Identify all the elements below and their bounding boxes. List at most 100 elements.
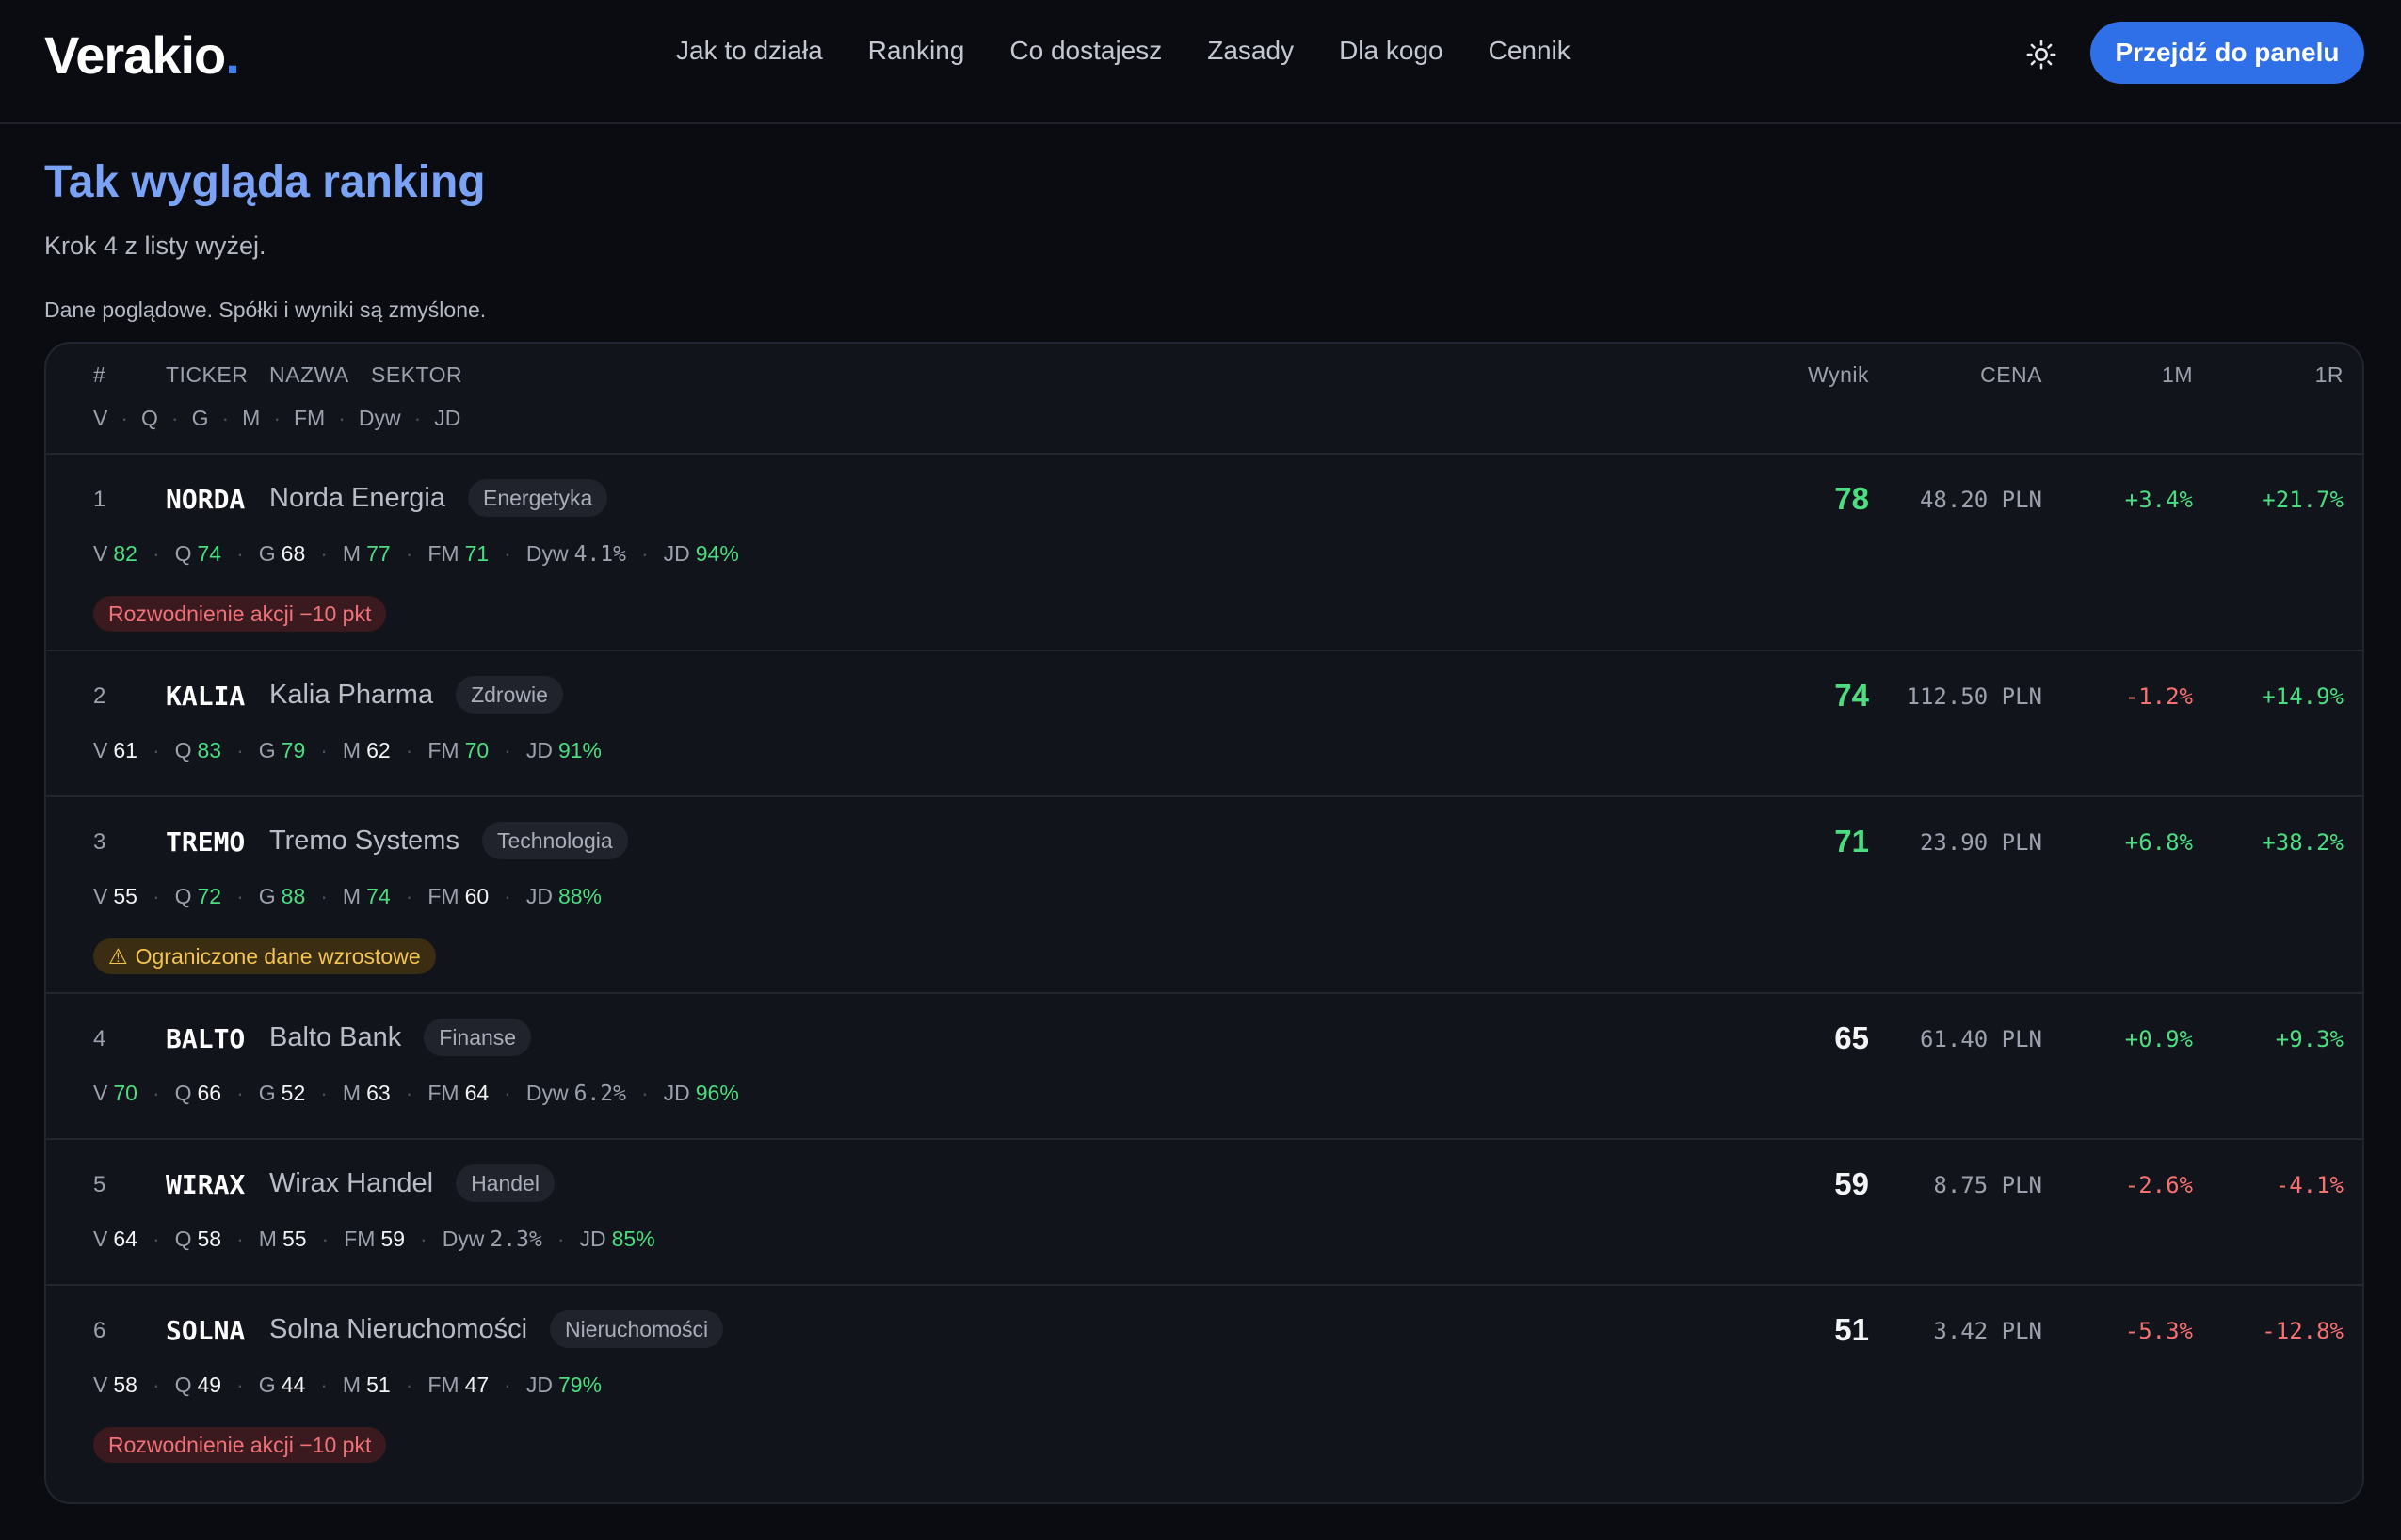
metric-value: 58 <box>113 1372 137 1397</box>
separator: · <box>236 541 244 566</box>
metric-value: 72 <box>197 884 222 908</box>
metric-q: Q 66 <box>175 1081 221 1106</box>
metric-g: G 79 <box>259 738 305 763</box>
separator: · <box>556 1227 565 1251</box>
separator: · <box>320 1081 328 1105</box>
metric-v: V 61 <box>93 738 137 763</box>
row-ticker[interactable]: SOLNA <box>166 1315 245 1346</box>
ranking-table: # TICKER NAZWA SEKTOR Wynik CENA 1M 1R V… <box>44 342 2364 1504</box>
separator: · <box>321 1227 330 1251</box>
row-company-name[interactable]: Wirax Handel <box>269 1168 433 1199</box>
go-to-panel-button[interactable]: Przejdź do panelu <box>2090 22 2364 84</box>
metric-value: 88% <box>557 884 603 908</box>
row-company-name[interactable]: Tremo Systems <box>269 826 459 857</box>
separator: · <box>236 1227 244 1251</box>
metric-label: M <box>342 541 362 566</box>
metric-value: 4.1% <box>573 542 626 567</box>
metric-value: 62 <box>366 738 391 762</box>
metric-v: V 58 <box>93 1372 137 1398</box>
metric-value: 71 <box>464 541 490 566</box>
brand-logo[interactable]: Verakio. <box>44 24 240 86</box>
row-price: 61.40 PLN <box>1919 1026 2042 1052</box>
metric-value: 64 <box>464 1081 490 1105</box>
header-metric-m: M <box>242 406 261 430</box>
row-ticker[interactable]: KALIA <box>166 681 245 712</box>
metric-value: 68 <box>281 541 306 566</box>
metric-m: M 62 <box>343 738 391 763</box>
metric-g: G 68 <box>259 541 305 567</box>
row-score: 59 <box>1834 1166 1869 1201</box>
row-name-group: Tremo Systems Technologia <box>269 822 628 859</box>
row-change-1r: +14.9% <box>2262 683 2344 710</box>
row-rank: 6 <box>93 1318 106 1343</box>
metric-value: 52 <box>281 1081 306 1105</box>
table-row[interactable]: 4 BALTO Balto Bank Finanse 65 61.40 PLN +0.9% +… <box>46 994 2362 1140</box>
metric-label: M <box>342 884 362 908</box>
metric-value: 44 <box>281 1372 306 1397</box>
metric-value: 61 <box>113 738 137 762</box>
metric-label: FM <box>427 541 459 566</box>
header-1r[interactable]: 1R <box>2315 362 2344 388</box>
header-sector: SEKTOR <box>371 362 463 387</box>
row-score: 78 <box>1834 481 1869 516</box>
nav-link-zasady[interactable]: Zasady <box>1207 36 1294 66</box>
metric-label: JD <box>525 1372 553 1397</box>
header-price[interactable]: CENA <box>1980 362 2042 388</box>
badge-text: Ograniczone dane wzrostowe <box>135 943 421 969</box>
row-company-name[interactable]: Balto Bank <box>269 1022 401 1053</box>
separator: · <box>420 1227 427 1251</box>
table-row[interactable]: 6 SOLNA Solna Nieruchomości Nieruchomości 51… <box>46 1286 2362 1483</box>
separator: · <box>320 738 328 762</box>
metric-value: 63 <box>366 1081 391 1105</box>
row-company-name[interactable]: Norda Energia <box>269 483 445 514</box>
metric-dyw: Dyw 6.2% <box>526 1081 626 1106</box>
header-1m[interactable]: 1M <box>2162 362 2193 388</box>
header-ticker: TICKER <box>166 362 249 387</box>
row-metrics: V 55 · Q 72 · G 88 · M 74 · FM 60 · JD 88% <box>93 884 602 909</box>
row-ticker[interactable]: BALTO <box>166 1023 245 1054</box>
row-change-1r: +38.2% <box>2262 829 2344 856</box>
theme-toggle-button[interactable] <box>2022 36 2060 73</box>
header-score[interactable]: Wynik <box>1808 362 1869 388</box>
row-ticker[interactable]: TREMO <box>166 826 245 858</box>
table-row[interactable]: 5 WIRAX Wirax Handel Handel 59 8.75 PLN -2.6% -… <box>46 1140 2362 1286</box>
metric-label: Q <box>174 1227 192 1251</box>
metric-label: M <box>258 1227 277 1251</box>
row-ticker[interactable]: WIRAX <box>166 1169 245 1200</box>
table-row[interactable]: 2 KALIA Kalia Pharma Zdrowie 74 112.50 PLN -1.… <box>46 651 2362 797</box>
metric-v: V 55 <box>93 884 137 909</box>
nav-link-jak-to-dziala[interactable]: Jak to działa <box>676 36 823 66</box>
nav-link-co-dostajesz[interactable]: Co dostajesz <box>1009 36 1162 66</box>
metric-label: G <box>258 884 276 908</box>
row-rank: 5 <box>93 1172 106 1197</box>
table-row[interactable]: 3 TREMO Tremo Systems Technologia 71 23.90 PL… <box>46 797 2362 994</box>
separator: · <box>320 541 328 566</box>
sector-badge: Handel <box>456 1164 555 1202</box>
row-price: 48.20 PLN <box>1919 487 2042 513</box>
metric-label: Dyw <box>525 1081 569 1105</box>
sector-badge: Finanse <box>424 1019 532 1056</box>
row-ticker[interactable]: NORDA <box>166 484 245 515</box>
table-row[interactable]: 1 NORDA Norda Energia Energetyka 78 48.20 PLN… <box>46 455 2362 651</box>
separator: · <box>640 1081 649 1105</box>
separator: · <box>413 406 422 430</box>
brand-name: Verakio <box>44 25 226 85</box>
nav-link-dla-kogo[interactable]: Dla kogo <box>1339 36 1443 66</box>
header-metric-dyw: Dyw <box>358 406 401 430</box>
metric-value: 77 <box>366 541 391 566</box>
row-company-name[interactable]: Solna Nieruchomości <box>269 1314 527 1345</box>
metric-value: 79 <box>281 738 306 762</box>
metric-label: G <box>258 1372 276 1397</box>
table-header: # TICKER NAZWA SEKTOR Wynik CENA 1M 1R V… <box>46 344 2362 455</box>
metric-value: 74 <box>197 541 222 566</box>
separator: · <box>152 1227 160 1251</box>
separator: · <box>405 884 413 908</box>
metric-v: V 70 <box>93 1081 137 1106</box>
nav-link-cennik[interactable]: Cennik <box>1489 36 1571 66</box>
row-company-name[interactable]: Kalia Pharma <box>269 680 433 711</box>
metric-label: Q <box>174 541 192 566</box>
nav-link-ranking[interactable]: Ranking <box>868 36 965 66</box>
metric-v: V 64 <box>93 1227 137 1252</box>
separator: · <box>320 1372 328 1397</box>
metric-label: JD <box>663 1081 690 1105</box>
